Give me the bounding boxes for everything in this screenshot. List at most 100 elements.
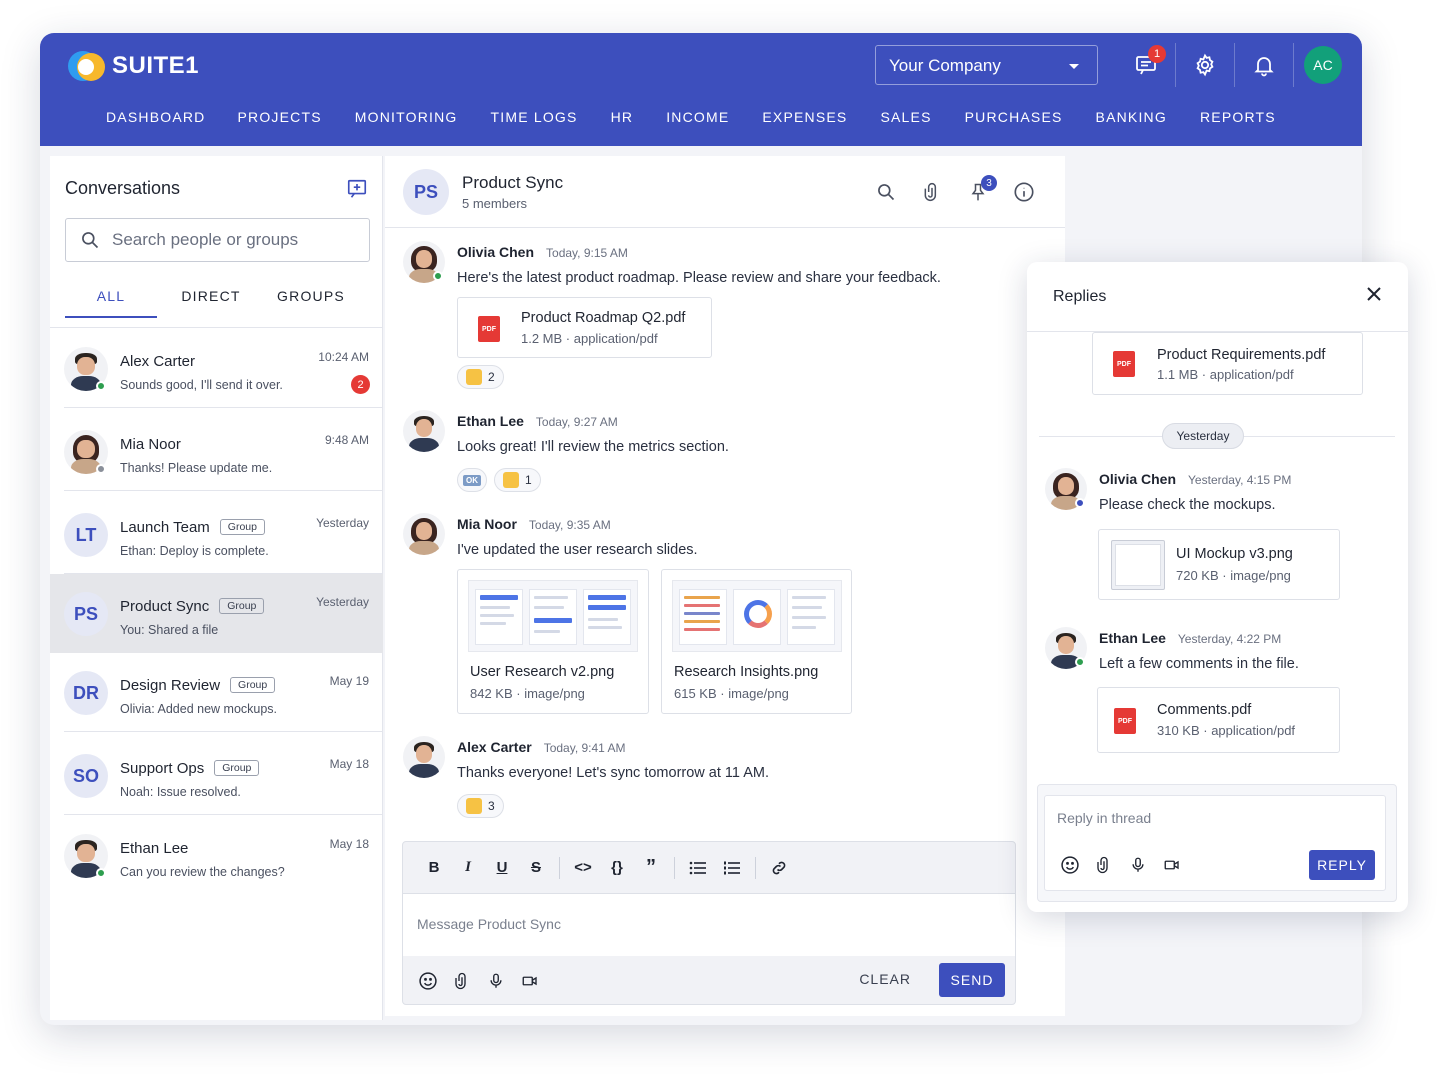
numbered-list-button[interactable] (715, 853, 749, 883)
nav-income[interactable]: INCOME (666, 109, 729, 125)
close-replies-button[interactable] (1366, 286, 1382, 307)
settings-button[interactable] (1175, 43, 1234, 87)
close-icon (1367, 287, 1381, 301)
nav-expenses[interactable]: EXPENSES (762, 109, 847, 125)
avatar (403, 513, 445, 555)
image-attachment[interactable]: User Research v2.png 842 KB · image/png (457, 569, 649, 714)
top-icons: 1 AC (1116, 33, 1352, 97)
code-block-button[interactable]: {} (600, 853, 634, 883)
conversation-name: Alex Carter (120, 353, 196, 370)
conversation-item-ethan-lee[interactable]: Ethan Lee Can you review the changes? Ma… (50, 816, 383, 895)
image-attachment[interactable]: UI Mockup v3.png 720 KB · image/png (1098, 529, 1340, 600)
underline-button[interactable]: U (485, 853, 519, 883)
company-select[interactable]: Your Company (875, 45, 1098, 85)
voice-button[interactable] (1121, 850, 1155, 880)
emoji-button[interactable] (1053, 850, 1087, 880)
nav-monitoring[interactable]: MONITORING (355, 109, 458, 125)
avatar (403, 736, 445, 778)
conversation-name: Design Review Group (120, 677, 276, 694)
gear-icon (1196, 53, 1214, 77)
nav-projects[interactable]: PROJECTS (237, 109, 321, 125)
conversations-panel: Conversations Search people or groups AL… (50, 156, 383, 1020)
nav-sales[interactable]: SALES (880, 109, 931, 125)
company-select-value: Your Company (889, 56, 1001, 75)
clear-button[interactable]: CLEAR (859, 971, 911, 987)
new-chat-icon (347, 179, 367, 198)
message-time: Today, 9:41 AM (543, 741, 626, 755)
nav-banking[interactable]: BANKING (1096, 109, 1167, 125)
avatar: LT (64, 513, 108, 557)
link-button[interactable] (762, 853, 796, 883)
conversation-preview: Sounds good, I'll send it over. (120, 378, 283, 392)
quote-button[interactable]: ” (634, 853, 668, 883)
avatar: DR (64, 671, 108, 715)
nav-reports[interactable]: REPORTS (1200, 109, 1276, 125)
notifications-button[interactable] (1234, 43, 1293, 87)
italic-button[interactable]: I (451, 853, 485, 883)
quote-icon: ” (646, 856, 656, 878)
file-attachment[interactable]: PDF Product Roadmap Q2.pdf 1.2 MB · appl… (457, 297, 712, 358)
thumbs-up-icon (466, 798, 482, 814)
conversation-item-design-review[interactable]: DR Design Review Group Olivia: Added new … (50, 653, 383, 732)
reaction-ok[interactable]: OK (457, 468, 487, 492)
conversation-name: Ethan Lee (120, 840, 189, 857)
nav-time-logs[interactable]: TIME LOGS (491, 109, 578, 125)
nav-purchases[interactable]: PURCHASES (965, 109, 1063, 125)
search-input[interactable]: Search people or groups (65, 218, 370, 262)
tab-all[interactable]: ALL (65, 276, 157, 318)
user-menu-button[interactable]: AC (1293, 43, 1352, 87)
messages-button[interactable]: 1 (1116, 43, 1175, 87)
conversation-item-mia-noor[interactable]: Mia Noor Thanks! Please update me. 9:48 … (50, 412, 383, 491)
reaction-thumbs-up[interactable]: 3 (457, 794, 504, 818)
send-button[interactable]: SEND (939, 963, 1005, 997)
message-author: Ethan Lee Yesterday, 4:22 PM (1099, 630, 1282, 646)
strikethrough-button[interactable]: S (519, 853, 553, 883)
tab-direct[interactable]: DIRECT (157, 276, 265, 318)
file-name: UI Mockup v3.png (1176, 546, 1293, 562)
bullet-list-button[interactable] (681, 853, 715, 883)
new-conversation-button[interactable] (346, 178, 368, 205)
file-attachment[interactable]: PDF Product Requirements.pdf 1.1 MB · ap… (1092, 332, 1363, 395)
voice-button[interactable] (479, 966, 513, 996)
conversation-item-launch-team[interactable]: LT Launch Team Group Ethan: Deploy is com… (50, 495, 383, 574)
attach-button[interactable] (1087, 850, 1121, 880)
message-time: Yesterday, 4:15 PM (1188, 473, 1292, 487)
conversation-name: Support Ops Group (120, 760, 260, 777)
conversation-time: May 18 (329, 757, 369, 771)
unread-badge: 2 (351, 375, 370, 394)
avatar: SO (64, 754, 108, 798)
inline-code-button[interactable]: <> (566, 853, 600, 883)
message-input[interactable]: Message Product Sync (403, 894, 1015, 956)
emoji-button[interactable] (411, 966, 445, 996)
image-thumbnail (672, 580, 842, 652)
file-attachment[interactable]: PDF Comments.pdf 310 KB · application/pd… (1097, 687, 1340, 753)
image-attachment[interactable]: Research Insights.png 615 KB · image/png (661, 569, 852, 714)
file-name: User Research v2.png (470, 664, 615, 680)
message-composer: B I U S <> {} ” Message Product Sync CLE… (402, 841, 1016, 1005)
tab-groups[interactable]: GROUPS (265, 276, 357, 318)
search-messages-button[interactable] (863, 178, 909, 206)
conversation-item-product-sync[interactable]: PS Product Sync Group You: Shared a file … (50, 574, 383, 653)
search-icon (878, 184, 895, 201)
message-time: Today, 9:35 AM (528, 518, 611, 532)
conversation-item-alex-carter[interactable]: Alex Carter Sounds good, I'll send it ov… (50, 329, 383, 408)
video-button[interactable] (1155, 850, 1189, 880)
nav-dashboard[interactable]: DASHBOARD (106, 109, 205, 125)
logo[interactable]: SUITE1 (68, 47, 199, 85)
conversation-item-support-ops[interactable]: SO Support Ops Group Noah: Issue resolved… (50, 736, 383, 815)
attachments-button[interactable] (909, 178, 955, 206)
attach-button[interactable] (445, 966, 479, 996)
pinned-button[interactable]: 3 (955, 175, 1001, 206)
pdf-icon: PDF (1113, 351, 1135, 377)
nav-hr[interactable]: HR (611, 109, 634, 125)
image-thumbnail (468, 580, 638, 652)
reaction-thumbs-up[interactable]: 2 (457, 365, 504, 389)
bold-button[interactable]: B (417, 853, 451, 883)
replies-header: Replies (1027, 262, 1408, 332)
reaction-thumbs-up[interactable]: 1 (494, 468, 541, 492)
info-button[interactable] (1001, 178, 1047, 206)
reply-button[interactable]: REPLY (1309, 850, 1375, 880)
group-tag: Group (214, 760, 260, 776)
reply-input[interactable]: Reply in thread REPLY (1044, 795, 1386, 891)
video-button[interactable] (513, 966, 547, 996)
